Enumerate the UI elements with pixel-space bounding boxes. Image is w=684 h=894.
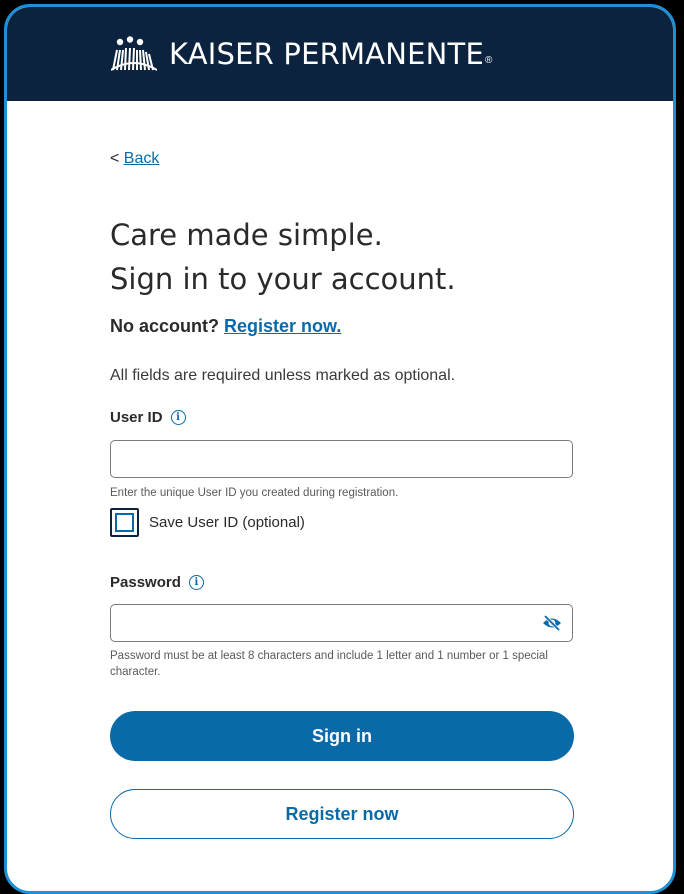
eye-slash-icon[interactable] [542, 614, 562, 632]
password-label: Password [110, 574, 181, 591]
title-line-2: Sign in to your account. [110, 262, 456, 296]
register-prompt: No account? Register now. [110, 316, 341, 337]
save-user-id-label[interactable]: Save User ID (optional) [149, 514, 305, 531]
info-icon[interactable]: i [188, 575, 204, 590]
user-id-label: User ID [110, 409, 163, 426]
required-note: All fields are required unless marked as… [110, 367, 456, 384]
back-nav: < Back [110, 150, 159, 168]
register-now-button[interactable]: Register now [110, 789, 574, 839]
login-card: KAISER PERMANENTE ® < Back Care made sim… [4, 4, 676, 894]
register-link[interactable]: Register now. [224, 316, 341, 336]
header-bar: KAISER PERMANENTE ® [7, 7, 673, 101]
user-id-hint: Enter the unique User ID you created dur… [110, 487, 399, 499]
sign-in-button[interactable]: Sign in [110, 711, 574, 761]
no-account-text: No account? [110, 316, 220, 336]
page-title: Care made simple. Sign in to your accoun… [110, 213, 456, 301]
info-icon[interactable]: i [170, 410, 186, 425]
password-label-row: Password i [110, 574, 204, 591]
user-id-input[interactable] [110, 440, 573, 478]
registered-mark: ® [484, 54, 493, 66]
kaiser-logo-icon [111, 36, 157, 71]
user-id-label-row: User ID i [110, 409, 186, 426]
save-user-id-checkbox[interactable] [110, 508, 139, 537]
brand-name: KAISER PERMANENTE [169, 37, 484, 71]
back-link[interactable]: Back [124, 150, 160, 167]
back-chevron: < [110, 150, 120, 167]
title-line-1: Care made simple. [110, 218, 383, 252]
password-hint: Password must be at least 8 characters a… [110, 650, 548, 678]
password-field[interactable] [110, 604, 573, 642]
